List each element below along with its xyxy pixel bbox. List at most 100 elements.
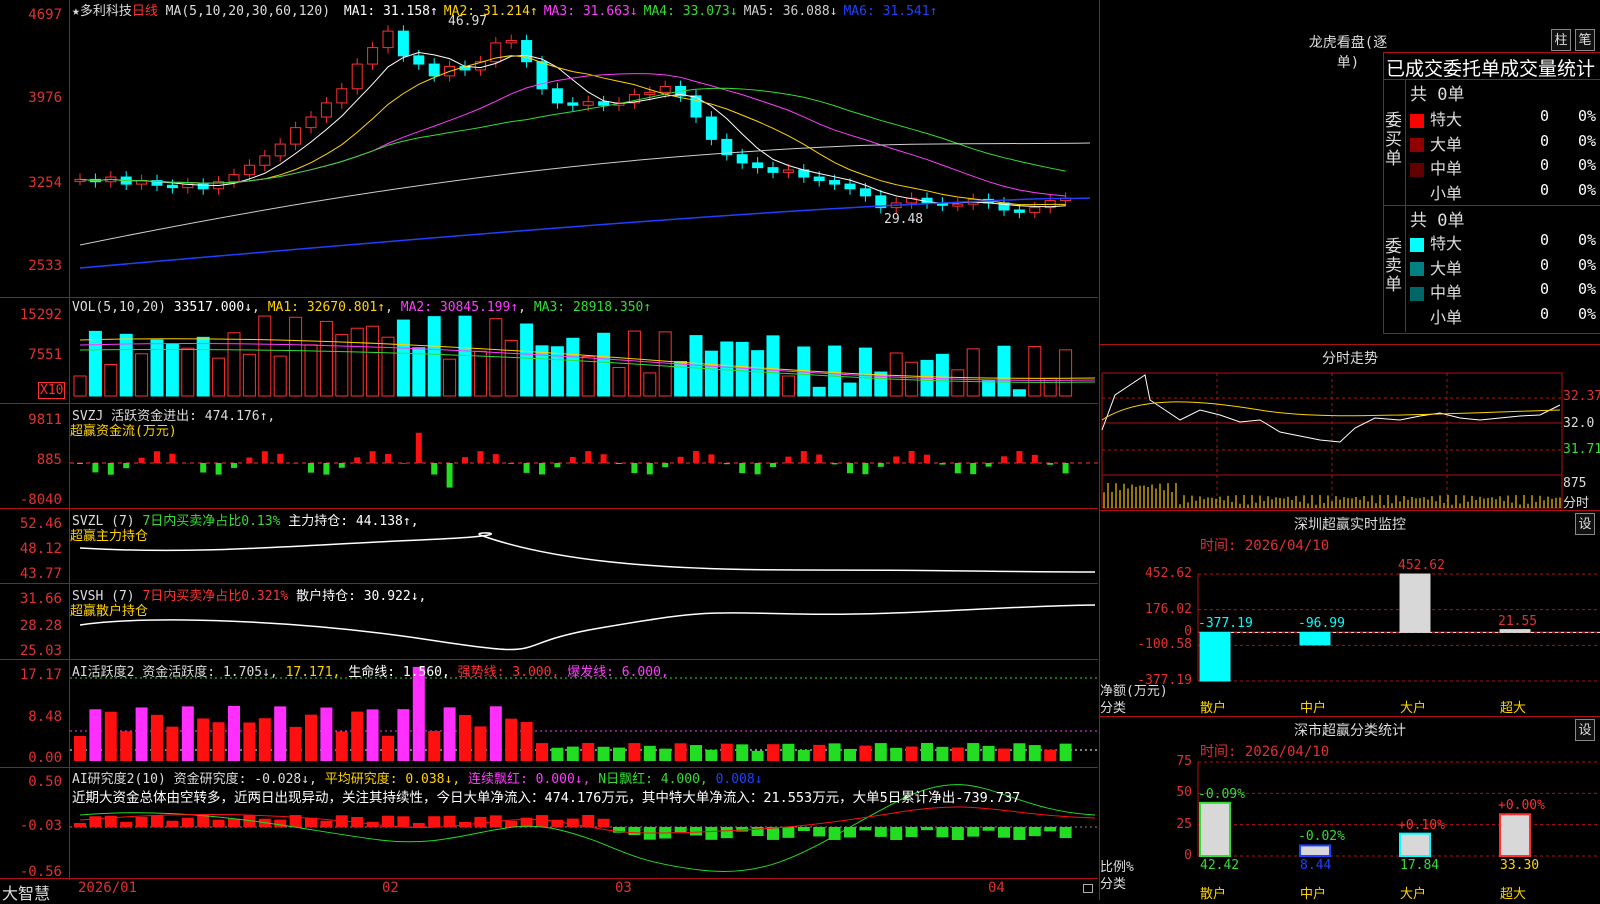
- activity-bar: [1013, 743, 1025, 761]
- activity-bar: [844, 749, 856, 761]
- sc-settings-button[interactable]: 设: [1575, 719, 1595, 741]
- svzl-axis-label: 48.12: [2, 541, 62, 557]
- volume-bar: [875, 372, 887, 396]
- ai-research-axis-label: -0.56: [2, 864, 62, 880]
- intraday-unit: 分时: [1563, 492, 1589, 511]
- volume-bar: [1029, 347, 1041, 396]
- sz-bar: [1400, 574, 1430, 632]
- order-row-count: 0: [1540, 156, 1549, 174]
- volume-bar: [998, 346, 1010, 396]
- sz-settings-button[interactable]: 设: [1575, 513, 1595, 535]
- activity-bar: [320, 708, 332, 761]
- sell-total: 共 0单: [1410, 206, 1464, 231]
- flow-bar: [847, 463, 853, 473]
- lock-icon[interactable]: [1083, 884, 1093, 893]
- research-bar: [428, 816, 440, 827]
- candle-body: [352, 64, 362, 89]
- sz-bar-value: 452.62: [1398, 558, 1445, 573]
- ai2-axis-label: 8.48: [2, 709, 62, 725]
- volume-bar: [397, 320, 409, 396]
- activity-bar: [305, 715, 317, 761]
- intraday-vol: 875: [1563, 476, 1586, 491]
- ma-values: MA1: 31.158↑MA2: 31.214↑MA3: 31.663↓MA4:…: [338, 4, 938, 19]
- candle-body: [321, 103, 331, 117]
- research-bar: [1029, 827, 1041, 836]
- volume-bar: [290, 317, 302, 396]
- volume-bar: [859, 348, 871, 396]
- candle-body: [306, 117, 316, 128]
- research-bar: [598, 819, 610, 827]
- volume-bar: [351, 328, 363, 396]
- svzl-axis-label: 52.46: [2, 516, 62, 532]
- order-row: 小单: [1410, 304, 1462, 328]
- flow-bar: [924, 455, 930, 463]
- low-mark: 29.48: [884, 212, 923, 227]
- volume-bar: [736, 342, 748, 396]
- tick-mode-button[interactable]: 笔: [1575, 29, 1595, 51]
- order-row-percent: 0%: [1578, 305, 1596, 323]
- candle-body: [506, 41, 516, 43]
- volume-bar: [983, 381, 995, 396]
- research-bar: [444, 816, 456, 827]
- research-bar: [721, 827, 733, 838]
- flow-bar: [755, 463, 761, 474]
- research-bar: [752, 827, 764, 836]
- flow-bar: [1016, 451, 1022, 463]
- color-swatch: [1410, 163, 1424, 177]
- order-row-percent: 0%: [1578, 181, 1596, 199]
- candle-body: [830, 181, 840, 185]
- research-bar: [844, 827, 856, 837]
- color-swatch: [1410, 138, 1424, 152]
- activity-bar: [536, 743, 548, 761]
- activity-bar: [890, 748, 902, 761]
- sc-category-label: 超大: [1500, 883, 1526, 902]
- order-row-count: 0: [1540, 305, 1549, 323]
- order-row-label: 大单: [1430, 135, 1462, 154]
- bar-mode-button[interactable]: 柱: [1551, 29, 1571, 51]
- activity-bar: [413, 667, 425, 761]
- sc-bar-value: 17.84: [1400, 858, 1439, 873]
- activity-bar: [228, 706, 240, 761]
- ma-line: [80, 53, 1066, 207]
- date-label: 2026/01: [78, 880, 137, 896]
- volume-bar: [74, 376, 86, 396]
- candle-body: [645, 92, 655, 94]
- research-bar: [1060, 827, 1072, 838]
- candle-body: [599, 102, 609, 106]
- sz-axis-label: 452.62: [1128, 566, 1192, 581]
- flow-bar: [1032, 455, 1038, 463]
- activity-bar: [551, 748, 563, 761]
- flow-bar: [308, 463, 314, 473]
- activity-bar: [659, 749, 671, 761]
- sz-time: 时间: 2026/04/10: [1200, 535, 1329, 555]
- flow-bar: [92, 463, 98, 472]
- candle-body: [953, 204, 963, 206]
- sc-bar: [1200, 803, 1230, 856]
- sz-bar-value: -96.99: [1298, 616, 1345, 631]
- flow-bar: [123, 463, 129, 468]
- research-bar: [1013, 827, 1025, 840]
- sz-axis-label: 176.02: [1128, 602, 1192, 617]
- activity-bar: [998, 749, 1010, 761]
- flow-bar: [200, 463, 206, 473]
- svsh-axis-label: 25.03: [2, 643, 62, 659]
- vol-axis-label: 15292: [2, 307, 62, 323]
- volume-bar: [382, 337, 394, 396]
- research-bar: [690, 827, 702, 836]
- flow-bar: [277, 454, 283, 463]
- sc-bar-value: 33.30: [1500, 858, 1539, 873]
- flow-bar: [508, 463, 514, 464]
- price-header: ★多利科技日线 MA(5,10,20,30,60,120) MA1: 31.15…: [72, 0, 937, 19]
- order-row-label: 小单: [1430, 184, 1462, 203]
- research-bar: [890, 827, 902, 840]
- flow-bar: [139, 458, 145, 463]
- flow-bar: [539, 463, 545, 474]
- lhb-title: 龙虎看盘(逐单): [1300, 32, 1396, 72]
- volume-bar: [320, 321, 332, 396]
- candle-body: [275, 144, 285, 156]
- volume-bar: [444, 359, 456, 396]
- flow-bar: [524, 463, 530, 473]
- activity-bar: [120, 731, 132, 761]
- order-row: 大单: [1410, 255, 1462, 279]
- flow-bar: [647, 463, 653, 474]
